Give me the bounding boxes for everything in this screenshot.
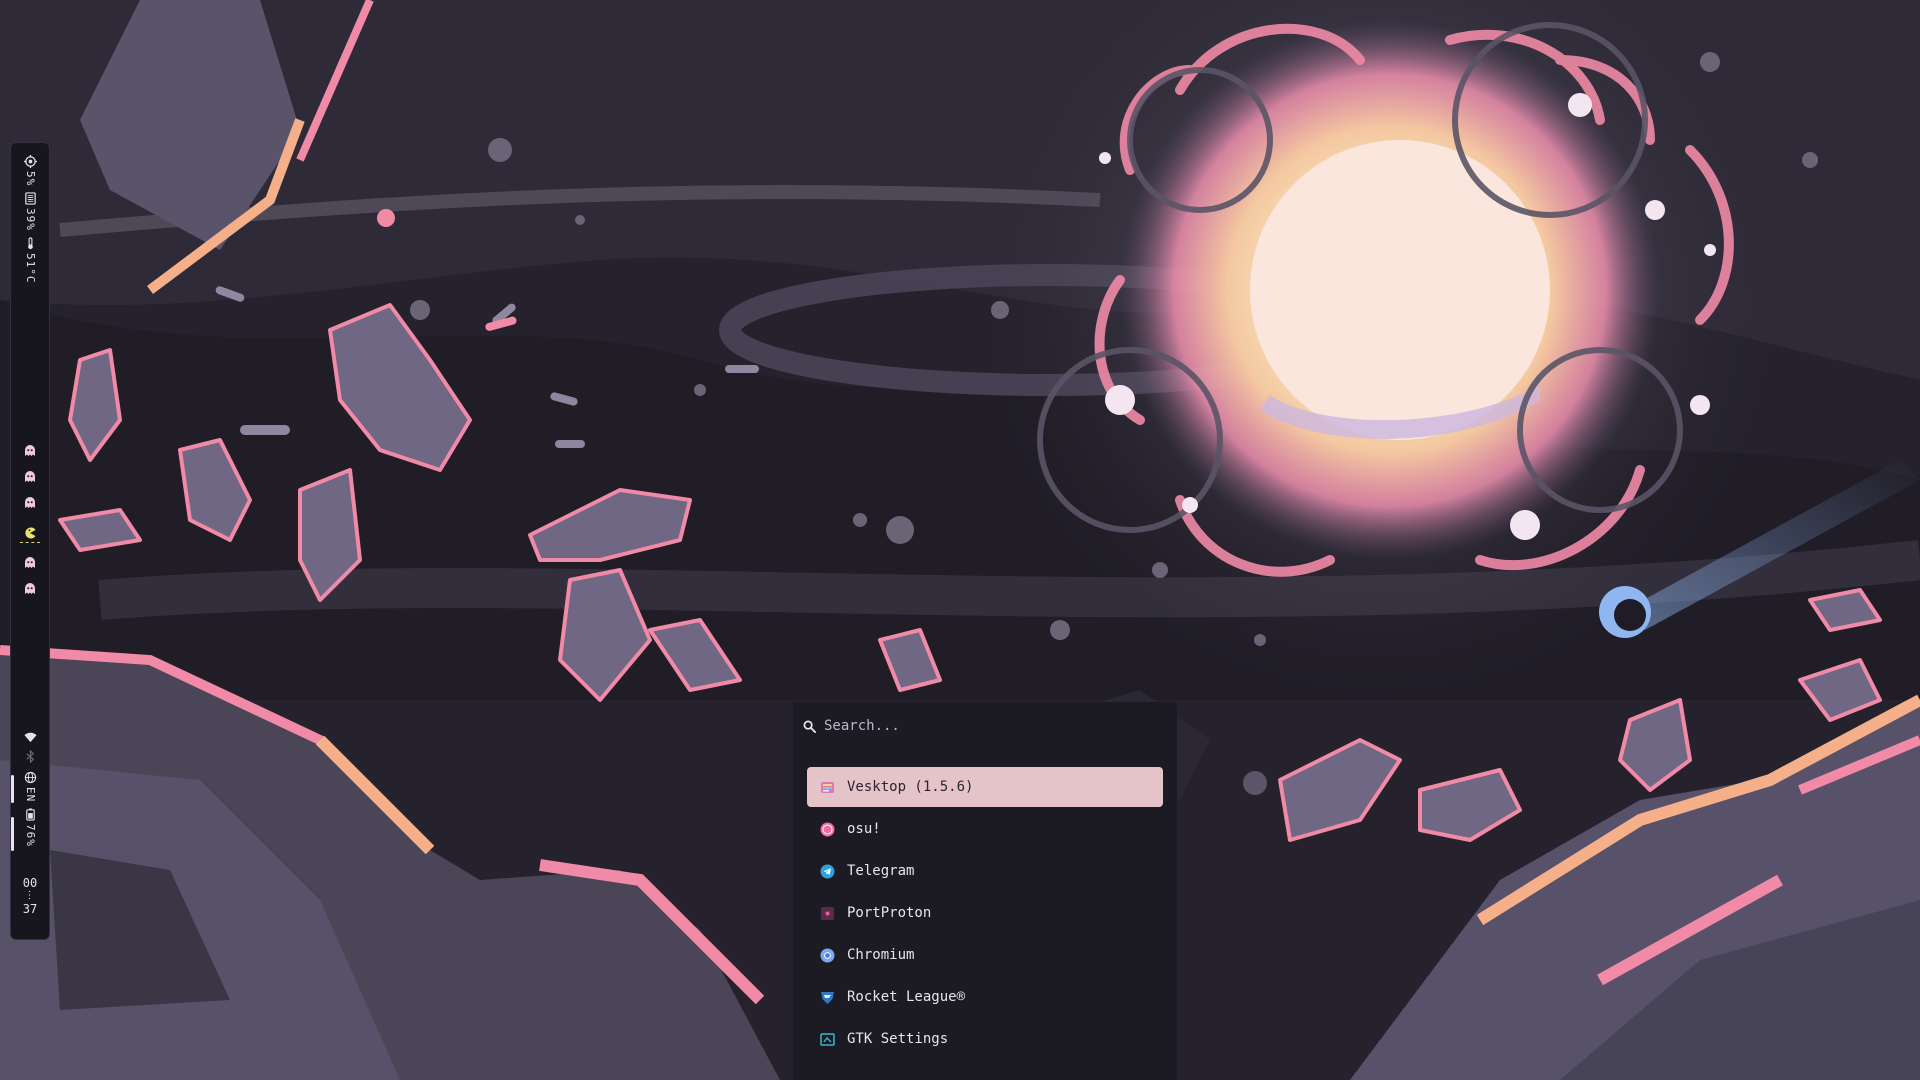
- wifi-icon[interactable]: [23, 731, 37, 744]
- bluetooth-icon[interactable]: [24, 750, 37, 763]
- battery-icon: [25, 808, 35, 821]
- app-label: osu!: [847, 821, 881, 837]
- memory-icon: [24, 192, 36, 205]
- app-label: Chromium: [847, 947, 915, 963]
- app-label: Rocket League®: [847, 989, 966, 1005]
- launcher-search: [803, 718, 1124, 734]
- desktop: 5% 39% 51°C EN 76% 00 ⋮ 37 Search... Ves…: [0, 0, 1920, 1080]
- chromium-icon: [820, 948, 835, 962]
- temperature-value: 51°C: [24, 253, 37, 284]
- rocket-league-icon: [821, 991, 834, 1004]
- ghost-icon[interactable]: [24, 445, 36, 457]
- clock-hours: 00: [22, 876, 38, 890]
- app-launcher: Vesktop (1.5.6) osu! Telegram: [793, 702, 1177, 1080]
- temperature-stat: 51°C: [23, 237, 37, 284]
- osu-icon: [820, 822, 835, 836]
- ghost-icon[interactable]: [24, 557, 36, 569]
- system-tray: EN 76%: [11, 731, 49, 853]
- ghost-icon[interactable]: [24, 471, 36, 483]
- app-item-osu[interactable]: osu!: [807, 809, 1163, 849]
- ghost-icon[interactable]: [24, 497, 36, 509]
- thermometer-icon: [27, 237, 33, 250]
- cpu-stat: 5%: [23, 155, 37, 186]
- ghost-icon[interactable]: [24, 583, 36, 595]
- app-label: Telegram: [847, 863, 915, 879]
- memory-stat: 39%: [23, 192, 37, 231]
- globe-icon: [24, 771, 36, 784]
- app-label: Vesktop (1.5.6): [847, 779, 974, 795]
- clock-separator: ⋮: [24, 890, 36, 901]
- clock[interactable]: 00 ⋮ 37: [11, 875, 49, 917]
- battery-indicator[interactable]: 76%: [23, 808, 37, 847]
- search-icon: [803, 720, 816, 733]
- pacman-icon: [25, 527, 36, 539]
- clock-minutes: 37: [22, 902, 38, 916]
- app-item-vesktop[interactable]: Vesktop (1.5.6): [807, 767, 1163, 807]
- app-label: PortProton: [847, 905, 932, 921]
- language-value: EN: [24, 787, 37, 803]
- workspaces: [11, 445, 49, 595]
- vesktop-icon: [821, 781, 834, 793]
- memory-value: 39%: [24, 208, 37, 232]
- language-indicator[interactable]: EN: [23, 771, 37, 802]
- app-item-rocket-league[interactable]: Rocket League®: [807, 977, 1163, 1017]
- app-item-chromium[interactable]: Chromium: [807, 935, 1163, 975]
- telegram-icon: [820, 864, 835, 878]
- app-label: GTK Settings: [847, 1031, 949, 1047]
- search-input[interactable]: [824, 718, 1124, 734]
- status-bar: 5% 39% 51°C EN 76% 00 ⋮ 37: [10, 142, 50, 940]
- app-item-portproton[interactable]: PortProton: [807, 893, 1163, 933]
- gtk-settings-icon: [820, 1032, 835, 1046]
- tray-indicator: [11, 817, 14, 851]
- app-item-gtk-settings[interactable]: GTK Settings: [807, 1019, 1163, 1059]
- battery-value: 76%: [24, 824, 37, 848]
- tray-indicator: [11, 775, 14, 803]
- app-item-telegram[interactable]: Telegram: [807, 851, 1163, 891]
- app-list: Vesktop (1.5.6) osu! Telegram PortProton…: [807, 767, 1163, 1061]
- active-workspace[interactable]: [17, 523, 43, 543]
- cpu-icon: [23, 155, 37, 168]
- portproton-icon: [821, 906, 834, 920]
- cpu-value: 5%: [24, 171, 37, 187]
- system-stats: 5% 39% 51°C: [11, 155, 49, 290]
